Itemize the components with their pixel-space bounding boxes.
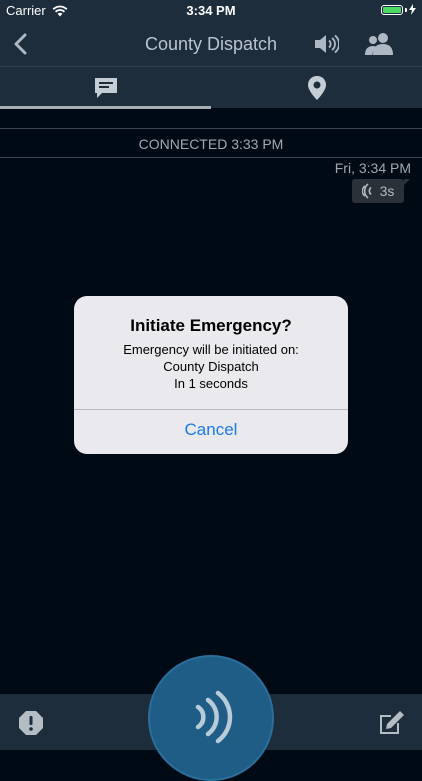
battery-icon [381, 4, 416, 15]
chevron-left-icon [14, 33, 27, 55]
status-bar: Carrier 3:34 PM [0, 0, 422, 22]
page-title: County Dispatch [144, 34, 278, 54]
connected-status: CONNECTED 3:33 PM [138, 136, 284, 152]
voice-wave-icon [361, 183, 372, 199]
alert-title: Initiate Emergency? [130, 316, 292, 335]
emergency-alert-dialog: Initiate Emergency? Emergency will be in… [74, 296, 348, 454]
push-to-talk-button[interactable] [148, 655, 274, 781]
compose-button[interactable] [377, 710, 405, 736]
speaker-icon [315, 34, 340, 54]
contacts-button[interactable] [364, 31, 394, 57]
back-button[interactable] [8, 30, 36, 58]
message-timestamp: Fri, 3:34 PM [334, 160, 411, 176]
emergency-button[interactable] [18, 710, 44, 736]
location-pin-icon [307, 75, 326, 100]
cancel-button[interactable]: Cancel [74, 410, 348, 454]
contacts-icon [365, 33, 393, 55]
status-time: 3:34 PM [186, 3, 236, 18]
selected-tab-indicator [0, 106, 211, 109]
charging-bolt-icon [409, 4, 416, 15]
emergency-alert-icon [19, 711, 43, 735]
alert-message: Emergency will be initiated on: County D… [74, 341, 348, 392]
tab-bar [0, 66, 422, 109]
speaker-button[interactable] [313, 32, 340, 56]
alert-message-line: In 1 seconds [174, 376, 248, 391]
alert-message-line: County Dispatch [163, 359, 259, 374]
voice-message-bubble[interactable]: 3s [352, 179, 410, 203]
chat-icon [94, 77, 117, 98]
divider [0, 157, 422, 158]
alert-message-line: Emergency will be initiated on: [123, 342, 299, 357]
nav-bar: County Dispatch [0, 22, 422, 66]
tab-messages[interactable] [0, 67, 211, 108]
push-to-talk-icon [195, 690, 233, 744]
tab-location[interactable] [211, 67, 422, 108]
divider [0, 128, 422, 129]
compose-icon [380, 711, 404, 734]
voice-duration: 3s [379, 183, 395, 199]
